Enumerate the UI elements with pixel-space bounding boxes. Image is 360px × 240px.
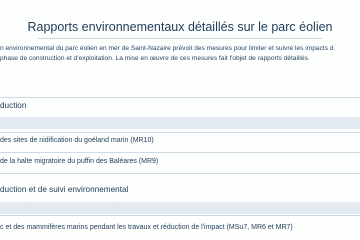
row-divider	[0, 132, 360, 133]
section-title: duction et de suivi environnemental	[0, 185, 129, 194]
section-spacer	[0, 117, 360, 129]
report-link-puffin[interactable]: de la halte migratoire du puffin des Bal…	[0, 158, 360, 165]
row-divider	[0, 152, 360, 153]
section-mesures-suivi: duction et de suivi environnemental	[0, 184, 360, 196]
intro-line: phase de construction et d'exploitation.…	[0, 55, 310, 62]
section-title: duction	[0, 101, 27, 110]
report-link-label: des sites de nidification du goéland mar…	[0, 137, 154, 144]
report-link-label: c et des mammifères marins pendant les t…	[0, 224, 293, 231]
section-mesures-reduction: duction	[0, 100, 360, 112]
report-link-label: de la halte migratoire du puffin des Bal…	[0, 158, 159, 165]
report-link-goeland[interactable]: des sites de nidification du goéland mar…	[0, 137, 360, 144]
page-title: Rapports environnementaux détaillés sur …	[27, 20, 333, 34]
row-divider	[0, 173, 360, 174]
report-link-mammiferes[interactable]: c et des mammifères marins pendant les t…	[0, 224, 360, 231]
section-divider	[0, 97, 360, 98]
title-underline	[38, 38, 322, 39]
intro-line: n environnemental du parc éolien en mer …	[0, 45, 334, 52]
intro-paragraph: n environnemental du parc éolien en mer …	[0, 44, 360, 64]
row-divider	[0, 215, 360, 216]
section-spacer	[0, 202, 360, 214]
